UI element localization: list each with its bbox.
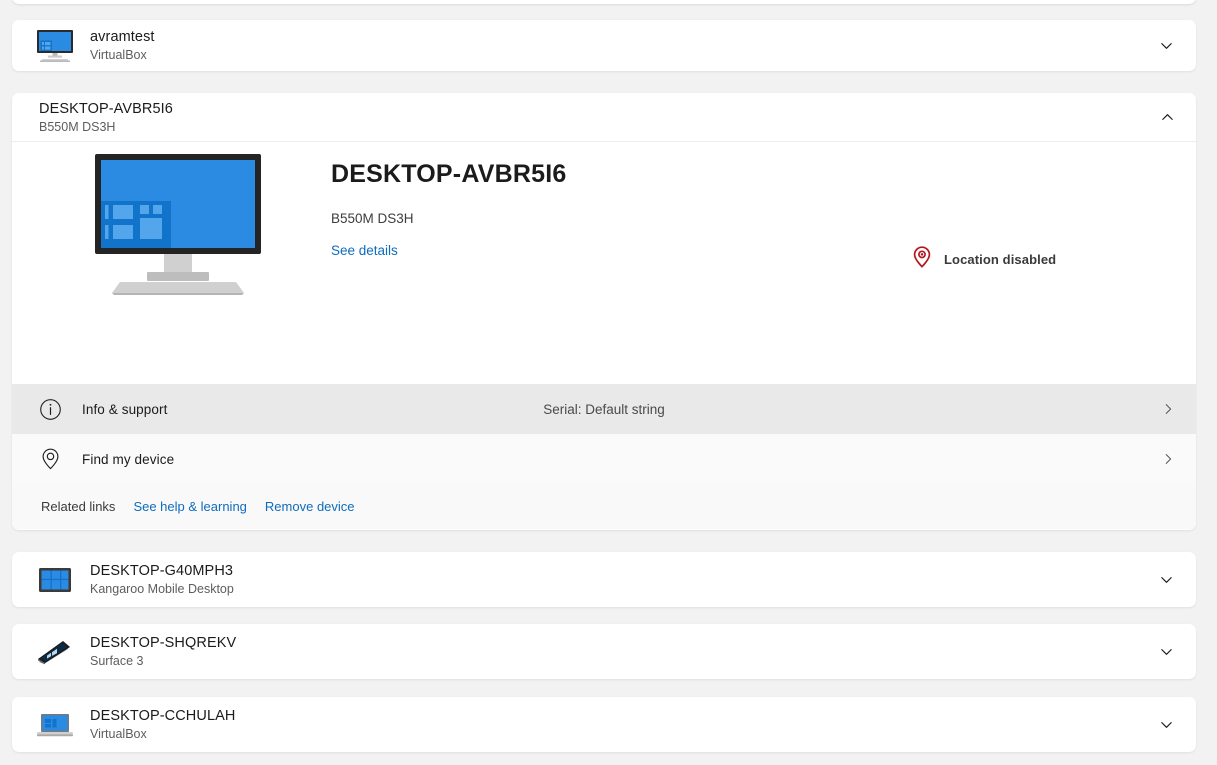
laptop-icon xyxy=(32,705,78,745)
info-circle-icon xyxy=(34,393,66,425)
chevron-right-icon[interactable] xyxy=(1153,444,1183,474)
chevron-up-icon[interactable] xyxy=(1151,101,1183,133)
desktop-monitor-illustration xyxy=(90,152,266,295)
chevron-down-icon[interactable] xyxy=(1150,30,1182,62)
device-row[interactable]: DESKTOP-CCHULAH VirtualBox xyxy=(12,697,1196,752)
device-hero: DESKTOP-AVBR5I6 B550M DS3H See details L… xyxy=(12,142,1196,384)
device-text: DESKTOP-CCHULAH VirtualBox xyxy=(90,707,1150,743)
device-text: avramtest VirtualBox xyxy=(90,28,1150,64)
device-model: Kangaroo Mobile Desktop xyxy=(90,581,234,596)
location-pin-disabled-icon xyxy=(911,245,933,274)
device-row[interactable]: avramtest VirtualBox xyxy=(12,20,1196,71)
chevron-down-icon[interactable] xyxy=(1150,709,1182,741)
expanded-card-header[interactable]: DESKTOP-AVBR5I6 B550M DS3H xyxy=(12,93,1196,142)
info-and-support-row[interactable]: Info & support Serial: Default string xyxy=(12,384,1196,434)
remove-device-link[interactable]: Remove device xyxy=(265,499,355,514)
device-card-desktop-g40mph3[interactable]: DESKTOP-G40MPH3 Kangaroo Mobile Desktop xyxy=(12,552,1196,607)
device-name: DESKTOP-SHQREKV xyxy=(90,634,237,651)
device-name: DESKTOP-CCHULAH xyxy=(90,707,236,724)
device-name: DESKTOP-G40MPH3 xyxy=(90,562,234,579)
device-name: DESKTOP-AVBR5I6 xyxy=(39,101,173,117)
chevron-down-icon[interactable] xyxy=(1150,636,1182,668)
row-label: Info & support xyxy=(82,401,168,417)
status-badge: Location disabled xyxy=(911,245,1056,274)
related-links: Related links See help & learning Remove… xyxy=(12,484,1196,529)
device-name: avramtest xyxy=(90,28,155,45)
device-model: B550M DS3H xyxy=(39,120,116,134)
tablet-device-icon xyxy=(32,560,78,600)
status-label: Location disabled xyxy=(944,252,1057,267)
location-pin-icon xyxy=(34,443,66,475)
previous-device-card-sliver xyxy=(12,0,1196,4)
device-text: DESKTOP-G40MPH3 Kangaroo Mobile Desktop xyxy=(90,562,1150,598)
related-links-label: Related links xyxy=(41,499,116,514)
device-row[interactable]: DESKTOP-SHQREKV Surface 3 xyxy=(12,624,1196,679)
device-card-desktop-shqrekv[interactable]: DESKTOP-SHQREKV Surface 3 xyxy=(12,624,1196,679)
device-hero-info: DESKTOP-AVBR5I6 B550M DS3H See details xyxy=(331,158,566,260)
device-model: Surface 3 xyxy=(90,653,144,668)
row-label: Find my device xyxy=(82,451,175,467)
chevron-right-icon[interactable] xyxy=(1153,394,1183,424)
device-model: B550M DS3H xyxy=(331,211,414,226)
device-card-desktop-avbr5i6[interactable]: DESKTOP-AVBR5I6 B550M DS3H DESKTOP-AVBR5… xyxy=(12,93,1196,530)
serial-number-value: Serial: Default string xyxy=(543,401,665,417)
devices-list-page: avramtest VirtualBox DESKTOP-AVBR5I6 B55… xyxy=(0,0,1217,765)
page-title: DESKTOP-AVBR5I6 xyxy=(331,160,567,188)
device-model: VirtualBox xyxy=(90,47,147,62)
chevron-down-icon[interactable] xyxy=(1150,564,1182,596)
see-help-and-learning-link[interactable]: See help & learning xyxy=(133,499,246,514)
device-row[interactable]: DESKTOP-G40MPH3 Kangaroo Mobile Desktop xyxy=(12,552,1196,607)
device-text: DESKTOP-SHQREKV Surface 3 xyxy=(90,634,1150,670)
device-card-avramtest[interactable]: avramtest VirtualBox xyxy=(12,20,1196,71)
device-card-desktop-cchulah[interactable]: DESKTOP-CCHULAH VirtualBox xyxy=(12,697,1196,752)
device-model: VirtualBox xyxy=(90,726,147,741)
desktop-monitor-icon xyxy=(32,26,78,66)
find-my-device-row[interactable]: Find my device xyxy=(12,434,1196,484)
see-details-link[interactable]: See details xyxy=(331,242,398,260)
surface-tablet-icon xyxy=(32,632,78,672)
